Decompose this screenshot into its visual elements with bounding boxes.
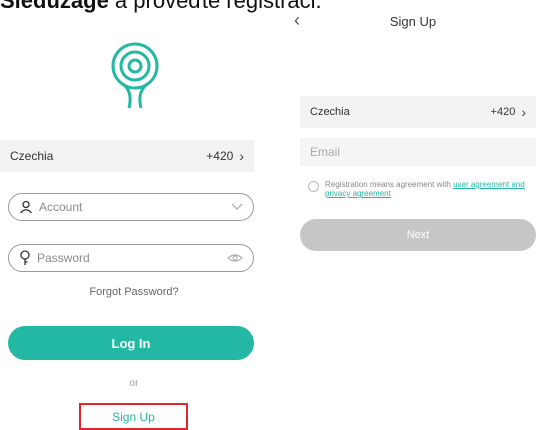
camera-pin-logo-icon [111,42,159,109]
user-icon [20,200,32,214]
chevron-right-icon: › [521,104,526,120]
password-placeholder: Password [37,251,90,265]
next-button[interactable]: Next [300,219,536,251]
forgot-password-link[interactable]: Forgot Password? [0,286,268,298]
signup-label: Sign Up [112,409,155,424]
chevron-down-icon[interactable] [231,203,243,211]
agreement-row: Registration means agreement with user a… [308,180,530,198]
keyhole-icon [20,250,30,265]
signup-country-code: +420 [490,106,516,118]
country-selector[interactable]: Czechia +420 › [0,140,254,172]
email-input[interactable]: Email [300,138,536,166]
chevron-right-icon: › [239,148,244,164]
signup-country-selector[interactable]: Czechia +420 › [300,96,536,128]
account-input[interactable]: Account [8,193,254,221]
account-placeholder: Account [39,200,83,214]
eye-icon[interactable] [227,253,243,263]
signup-country-name: Czechia [310,106,350,118]
country-code: +420 [206,149,234,163]
login-screen: Czechia +420 › Account Password Forgot P… [0,0,268,430]
signup-link[interactable]: Sign Up [79,403,188,430]
country-name: Czechia [10,149,54,163]
agreement-text-wrap: Registration means agreement with user a… [325,180,530,198]
or-separator: or [129,378,139,389]
signup-title: Sign Up [389,14,437,29]
signup-screen: ‹ Sign Up Czechia +420 › Email Registrat… [290,0,536,430]
agreement-text: Registration means agreement with [325,180,454,189]
password-input[interactable]: Password [8,244,254,272]
agreement-radio[interactable] [308,181,319,192]
login-button[interactable]: Log In [8,326,254,360]
email-placeholder: Email [310,145,341,159]
